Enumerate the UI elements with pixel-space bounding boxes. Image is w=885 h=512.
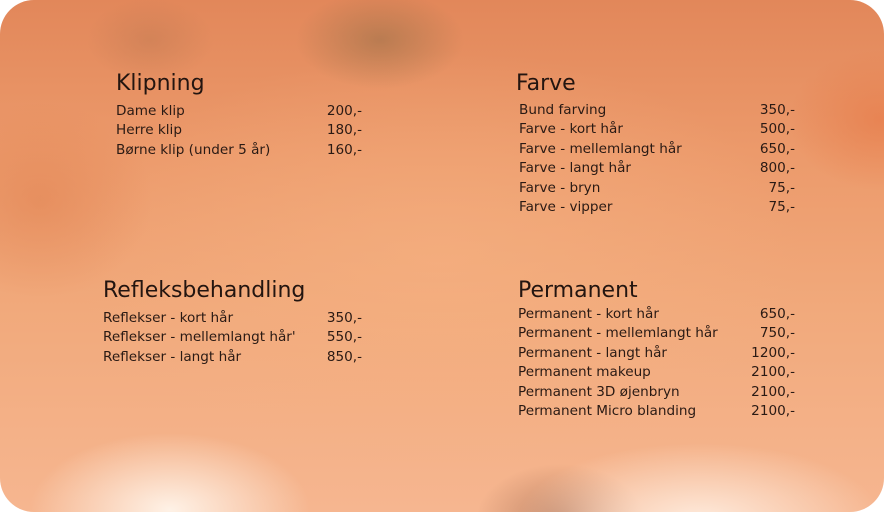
service-price: 2100,- (751, 402, 795, 419)
service-name: Farve - kort hår (519, 121, 623, 138)
service-name: Farve - mellemlangt hår (519, 140, 682, 157)
service-price: 650,- (759, 140, 795, 157)
price-row: Reflekser - kort hår 350,- (103, 309, 362, 328)
service-price: 650,- (759, 306, 795, 322)
section-title-refleksbehandling: Refleksbehandling (103, 278, 306, 303)
price-row: Farve - vipper 75,- (519, 198, 795, 217)
service-name: Permanent 3D øjenbryn (518, 383, 680, 400)
price-row: Bund farving 350,- (519, 101, 795, 120)
service-name: Reflekser - kort hår (103, 310, 234, 326)
price-rows: Dame klip 200,- Herre klip 180,- Børne k… (116, 102, 362, 160)
price-rows: Permanent - kort hår 650,- Permanent - m… (518, 305, 795, 421)
price-row: Farve - kort hår 500,- (519, 120, 795, 139)
price-row: Reflekser - mellemlangt hår' 550,- (103, 328, 362, 347)
price-rows: Bund farving 350,- Farve - kort hår 500,… (519, 101, 795, 217)
service-name: Herre klip (116, 122, 182, 139)
service-price: 550,- (326, 329, 362, 346)
section-title-klipning: Klipning (116, 71, 205, 96)
section-permanent: Permanent Permanent - kort hår 650,- Per… (518, 277, 795, 421)
service-name: Permanent Micro blanding (518, 402, 697, 419)
service-name: Børne klip (under 5 år) (116, 141, 271, 158)
price-row: Permanent Micro blanding 2100,- (518, 402, 795, 421)
service-price: 800,- (759, 160, 795, 177)
service-name: Reflekser - langt hår (103, 348, 242, 365)
service-name: Farve - bryn (519, 179, 601, 196)
price-row: Dame klip 200,- (116, 102, 362, 121)
section-title-farve: Farve (516, 71, 576, 96)
service-name: Permanent - mellemlangt hår (518, 325, 718, 342)
price-row: Reflekser - langt hår 850,- (103, 348, 362, 367)
service-name: Farve - vipper (519, 198, 613, 215)
price-row: Farve - langt hår 800,- (519, 159, 795, 178)
price-row: Farve - bryn 75,- (519, 179, 795, 198)
service-name: Permanent makeup (518, 364, 651, 381)
service-price: 1200,- (751, 344, 795, 361)
price-row: Permanent - langt hår 1200,- (518, 344, 795, 363)
service-name: Permanent - kort hår (518, 306, 659, 322)
price-row: Permanent - kort hår 650,- (518, 305, 795, 324)
service-price: 75,- (768, 179, 795, 196)
price-rows: Reflekser - kort hår 350,- Reflekser - m… (103, 309, 362, 367)
price-row: Herre klip 180,- (116, 121, 362, 140)
service-name: Permanent - langt hår (518, 344, 668, 361)
service-price: 180,- (326, 122, 362, 139)
price-row: Børne klip (under 5 år) 160,- (116, 141, 362, 160)
section-farve: Farve Bund farving 350,- Farve - kort hå… (516, 70, 795, 217)
service-price: 2100,- (751, 383, 795, 400)
service-name: Bund farving (519, 102, 607, 118)
price-row: Permanent 3D øjenbryn 2100,- (518, 383, 795, 402)
service-price: 160,- (326, 141, 362, 158)
service-price: 500,- (759, 121, 795, 138)
service-price: 350,- (759, 102, 795, 118)
section-refleksbehandling: Refleksbehandling Reflekser - kort hår 3… (103, 277, 362, 367)
price-row: Permanent - mellemlangt hår 750,- (518, 324, 795, 343)
service-price: 750,- (759, 325, 795, 342)
service-name: Reflekser - mellemlangt hår' (103, 329, 296, 346)
service-price: 200,- (326, 103, 362, 119)
service-price: 2100,- (751, 364, 795, 381)
service-price: 850,- (326, 348, 362, 365)
price-row: Permanent makeup 2100,- (518, 363, 795, 382)
service-name: Dame klip (116, 103, 185, 119)
section-title-permanent: Permanent (518, 278, 638, 303)
service-price: 350,- (326, 310, 362, 326)
service-name: Farve - langt hår (519, 160, 631, 177)
section-klipning: Klipning Dame klip 200,- Herre klip 180,… (116, 70, 362, 160)
price-list-card: Klipning Dame klip 200,- Herre klip 180,… (0, 0, 884, 512)
price-row: Farve - mellemlangt hår 650,- (519, 140, 795, 159)
service-price: 75,- (768, 198, 795, 215)
